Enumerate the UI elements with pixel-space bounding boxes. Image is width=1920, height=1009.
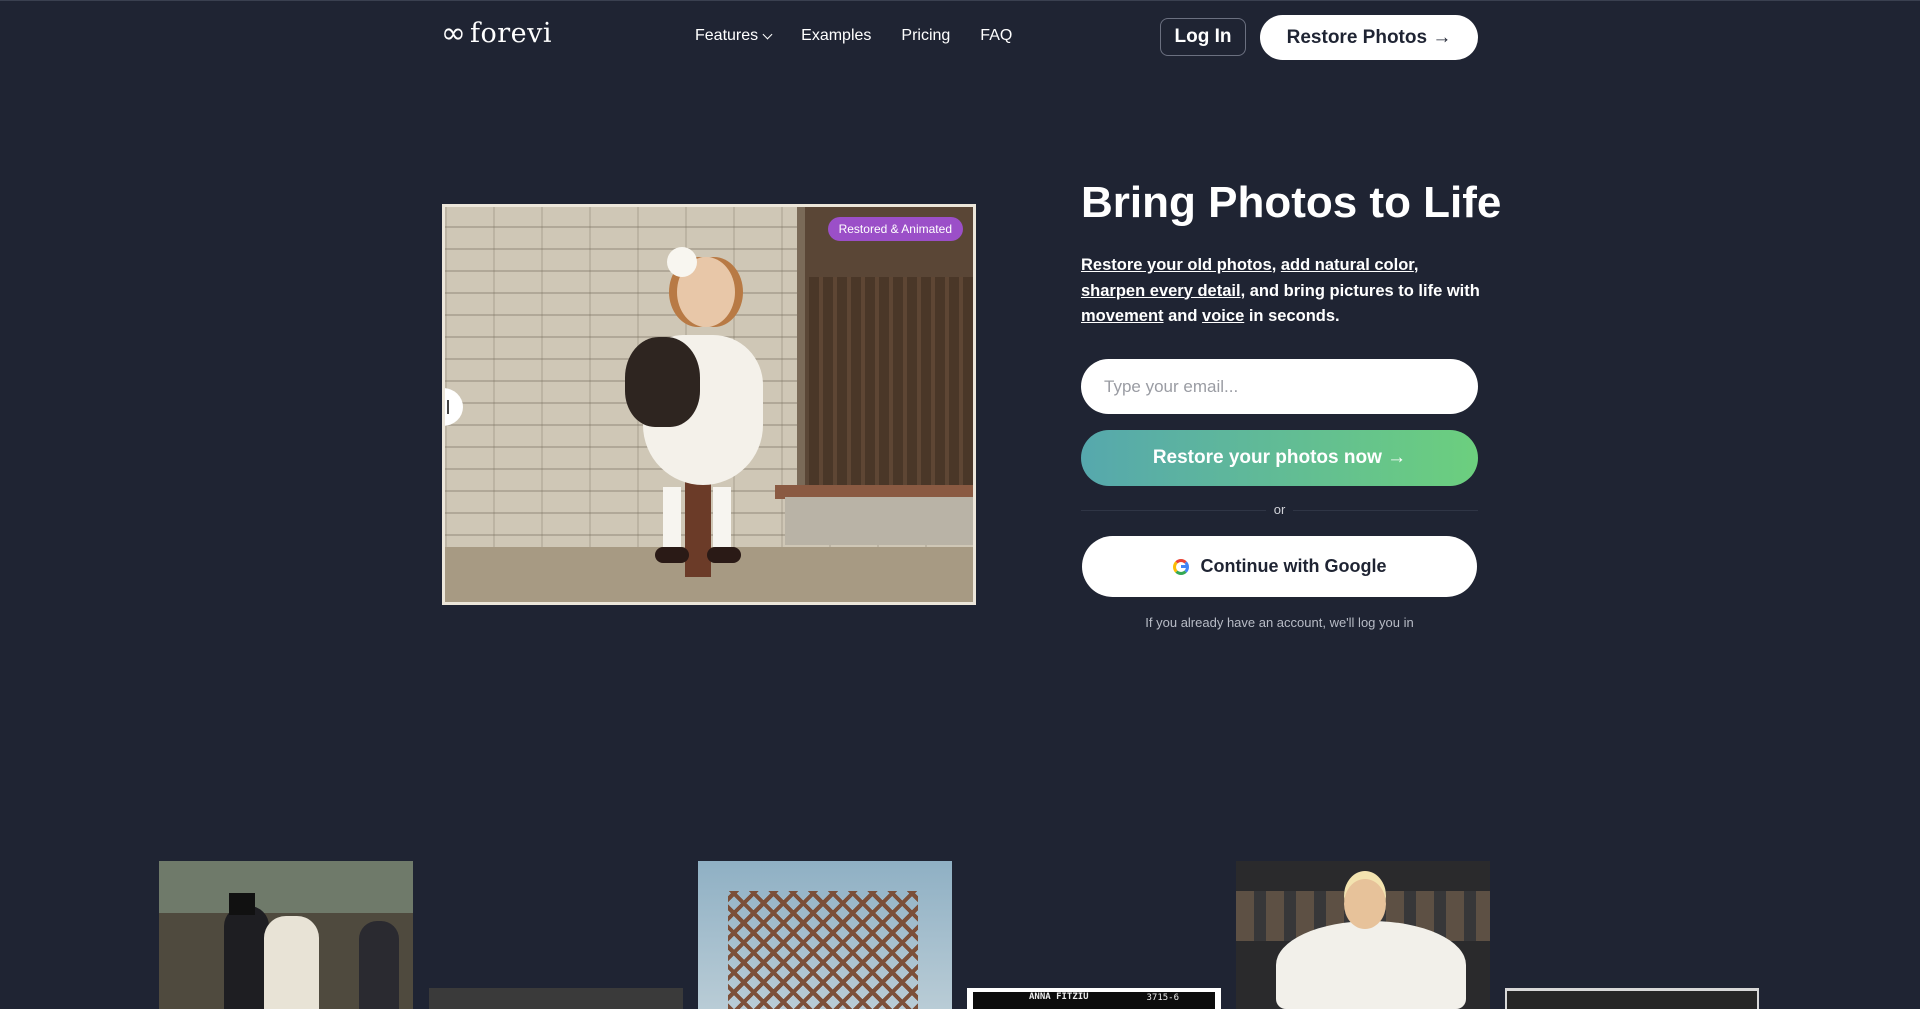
link-sharpen-every-detail[interactable]: sharpen every detail xyxy=(1081,282,1241,300)
infinity-icon: ∞ xyxy=(441,15,466,51)
photo-frame xyxy=(1507,991,1757,1009)
nav-examples[interactable]: Examples xyxy=(801,27,871,45)
person xyxy=(264,916,319,1009)
face xyxy=(1344,879,1386,929)
login-button[interactable]: Log In xyxy=(1160,18,1246,56)
shoe-right xyxy=(707,547,741,563)
or-label: or xyxy=(1265,502,1294,517)
caption-number: 3715-6 xyxy=(1146,993,1179,1003)
top-navigation: ∞ forevi Features Examples Pricing FAQ L… xyxy=(0,0,1920,76)
gallery-image-anna-fitziu[interactable]: 3715-6 ANNA FITZIU xyxy=(967,988,1221,1009)
nav-features[interactable]: Features xyxy=(695,27,773,45)
hero-subtext: Restore your old photos, add natural col… xyxy=(1081,253,1481,330)
chevron-down-icon xyxy=(762,29,773,39)
gallery-image-white-dress[interactable] xyxy=(1236,861,1490,1009)
continue-with-google-button[interactable]: Continue with Google xyxy=(1082,536,1477,597)
nav-pricing[interactable]: Pricing xyxy=(901,27,950,45)
subtext-and: and xyxy=(1163,307,1203,325)
nav-features-label: Features xyxy=(695,27,759,44)
hero-headline: Bring Photos to Life xyxy=(1081,178,1502,227)
shoe-left xyxy=(655,547,689,563)
restore-now-button[interactable]: Restore your photos now → xyxy=(1081,430,1478,486)
top-hat xyxy=(229,893,255,915)
white-dress xyxy=(1276,921,1466,1009)
subtext-separator: , xyxy=(1413,256,1419,274)
caption-name: ANNA FITZIU xyxy=(1029,992,1089,1002)
gallery-image-men-portrait[interactable] xyxy=(159,861,413,1009)
google-button-label: Continue with Google xyxy=(1200,556,1387,576)
email-input[interactable] xyxy=(1081,359,1478,414)
person xyxy=(359,921,399,1009)
window-shutter xyxy=(809,277,973,517)
gallery-image-bw-dark[interactable] xyxy=(1505,988,1759,1009)
link-voice[interactable]: voice xyxy=(1202,307,1244,325)
dog xyxy=(625,337,700,427)
restore-photos-button[interactable]: Restore Photos → xyxy=(1260,15,1478,60)
link-restore-old-photos[interactable]: Restore your old photos xyxy=(1081,256,1272,274)
brand-logo[interactable]: ∞ forevi xyxy=(441,18,552,49)
subtext-end: in seconds. xyxy=(1244,307,1340,325)
link-movement[interactable]: movement xyxy=(1081,307,1164,325)
main-menu: Features Examples Pricing FAQ xyxy=(695,27,1012,45)
girl-leg-right xyxy=(713,487,731,547)
tower-structure xyxy=(728,891,918,1009)
subtext-separator: , xyxy=(1271,256,1281,274)
window-sill xyxy=(785,497,973,545)
link-add-natural-color[interactable]: add natural color xyxy=(1281,256,1414,274)
gallery-image-eiffel-tower[interactable] xyxy=(698,861,952,1009)
nav-faq[interactable]: FAQ xyxy=(980,27,1012,45)
google-icon xyxy=(1172,558,1189,575)
subtext-middle: , and bring pictures to life with xyxy=(1240,281,1480,300)
stool xyxy=(685,477,711,577)
hero-before-after-image[interactable]: Restored & Animated xyxy=(442,204,976,605)
girl-leg-left xyxy=(663,487,681,547)
restored-animated-badge: Restored & Animated xyxy=(827,217,963,241)
brand-name: forevi xyxy=(470,18,553,49)
gallery-image-bw-portrait[interactable] xyxy=(429,988,683,1009)
person xyxy=(224,906,269,1009)
photo-caption: 3715-6 ANNA FITZIU xyxy=(973,992,1215,1009)
or-divider: or xyxy=(1081,502,1478,517)
hair-bow xyxy=(667,247,697,277)
login-note: If you already have an account, we'll lo… xyxy=(1145,615,1414,630)
